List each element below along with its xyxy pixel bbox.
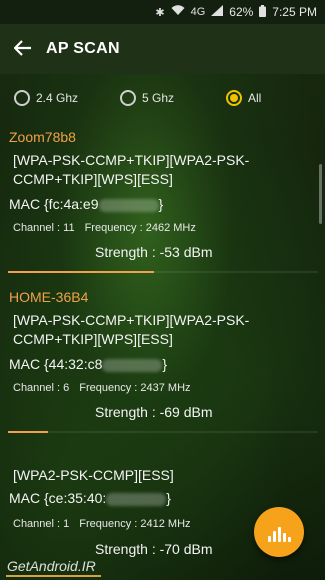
ap-channel: Channel : 11 — [13, 222, 75, 234]
arrow-back-icon — [13, 36, 32, 62]
ap-mac: MAC {ce:35:40:} — [9, 490, 171, 506]
bar-chart-icon — [267, 536, 271, 542]
ap-ssid: Zoom78b8 — [9, 129, 76, 145]
bar-chart-icon-bar — [277, 527, 281, 542]
ap-channel-row: Channel : 1 Frequency : 2412 MHz — [13, 518, 191, 530]
bar-chart-icon-bar — [287, 537, 291, 542]
battery-percent: 62% — [229, 5, 254, 19]
chart-fab-button[interactable] — [254, 507, 304, 557]
filter-all[interactable]: All — [226, 90, 261, 106]
ap-strength: Strength : -69 dBm — [95, 404, 213, 420]
ap-mac-suffix: } — [162, 356, 168, 372]
ap-frequency: Frequency : 2437 MHz — [79, 382, 191, 394]
signal-bar — [8, 431, 318, 433]
app-bar: AP SCAN — [0, 24, 325, 74]
ap-channel-row: Channel : 11 Frequency : 2462 MHz — [13, 222, 196, 234]
filter-5ghz-label: 5 Ghz — [142, 91, 175, 105]
filter-2-4ghz-label: 2.4 Ghz — [36, 91, 79, 105]
mac-redaction — [98, 198, 159, 212]
bar-chart-icon-bar — [272, 531, 276, 542]
filter-all-label: All — [248, 91, 262, 105]
wifi-icon — [171, 5, 185, 19]
ap-channel: Channel : 1 — [13, 518, 70, 530]
ap-mac-prefix: MAC {fc:4a:e9 — [9, 196, 99, 212]
ap-mac: MAC {fc:4a:e9} — [9, 196, 163, 212]
ap-strength: Strength : -70 dBm — [95, 541, 213, 557]
watermark-underline — [6, 575, 101, 577]
ap-channel: Channel : 6 — [13, 382, 70, 394]
battery-icon — [259, 4, 267, 20]
signal-bar-fill — [8, 431, 49, 433]
band-filter-group: 2.4 Ghz 5 Ghz All — [0, 84, 325, 112]
filter-2-4ghz[interactable]: 2.4 Ghz — [14, 90, 78, 106]
filter-5ghz[interactable]: 5 Ghz — [120, 90, 174, 106]
signal-icon — [211, 5, 224, 19]
network-label: 4G — [190, 6, 206, 18]
radio-all[interactable] — [226, 90, 242, 106]
ap-capabilities: [WPA-PSK-CCMP+TKIP][WPA2-PSK-CCMP+TKIP][… — [13, 152, 250, 187]
ap-list-item[interactable]: Zoom78b8 [WPA-PSK-CCMP+TKIP][WPA2-PSK-CC… — [0, 126, 325, 276]
page-title: AP SCAN — [46, 40, 120, 57]
bar-chart-icon-bar — [282, 533, 286, 542]
status-bar: ✱ 4G 62% 7:25 PM — [0, 0, 325, 24]
ap-strength: Strength : -53 dBm — [95, 244, 213, 260]
ap-mac-prefix: MAC {44:32:c8 — [9, 356, 103, 372]
ap-list-item[interactable]: HOME-36B4 [WPA-PSK-CCMP+TKIP][WPA2-PSK-C… — [0, 286, 325, 436]
ap-ssid: HOME-36B4 — [9, 289, 89, 305]
ap-mac-suffix: } — [166, 490, 171, 506]
ap-frequency: Frequency : 2412 MHz — [79, 518, 191, 530]
ap-frequency: Frequency : 2462 MHz — [84, 222, 196, 234]
bluetooth-icon: ✱ — [155, 6, 165, 19]
back-button[interactable] — [0, 24, 46, 74]
watermark: GetAndroid.IR — [7, 558, 96, 574]
signal-bar — [8, 271, 318, 273]
ap-list-container[interactable]: 2.4 Ghz 5 Ghz All Zoom78b8 [WPA-PSK-CCMP… — [0, 74, 325, 580]
radio-2-4ghz[interactable] — [14, 90, 30, 106]
clock: 7:25 PM — [272, 5, 317, 19]
radio-5ghz[interactable] — [120, 90, 136, 106]
ap-capabilities: [WPA2-PSK-CCMP][ESS] — [13, 467, 174, 483]
ap-mac-prefix: MAC {ce:35:40: — [9, 490, 107, 506]
ap-mac-suffix: } — [158, 196, 164, 212]
ap-channel-row: Channel : 6 Frequency : 2437 MHz — [13, 382, 191, 394]
mac-redaction — [102, 358, 163, 372]
mac-redaction — [106, 492, 167, 506]
signal-bar-fill — [8, 271, 154, 273]
ap-capabilities: [WPA-PSK-CCMP+TKIP][WPA2-PSK-CCMP+TKIP][… — [13, 312, 250, 347]
ap-mac: MAC {44:32:c8} — [9, 356, 167, 372]
